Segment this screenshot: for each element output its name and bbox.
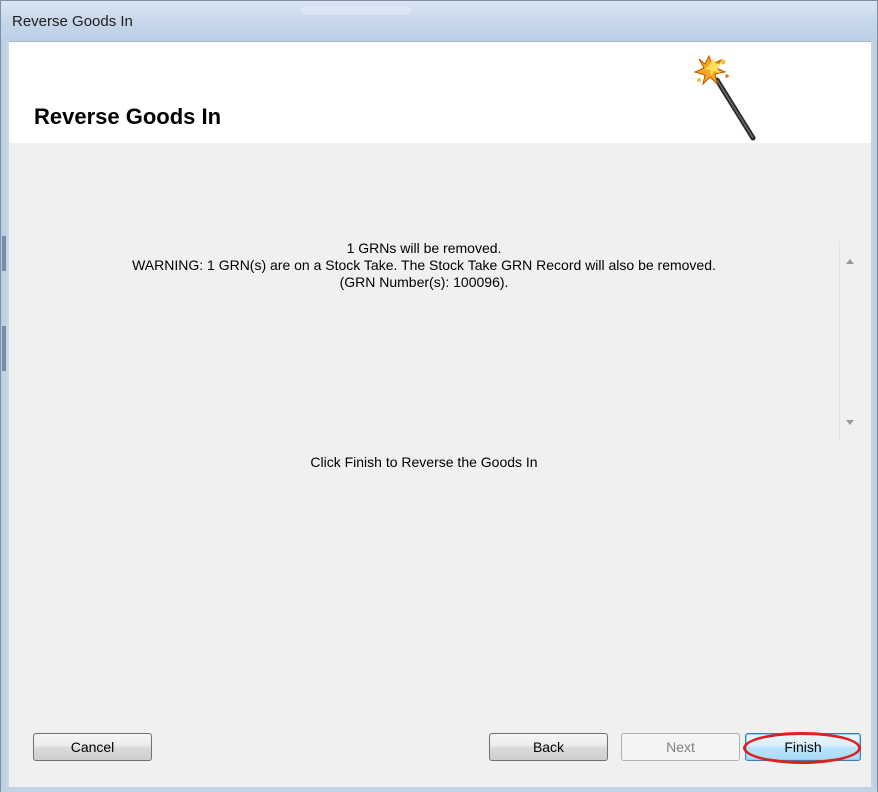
wizard-header: Reverse Goods In <box>9 42 871 143</box>
message-line-warning: WARNING: 1 GRN(s) are on a Stock Take. T… <box>132 257 716 273</box>
wizard-window: Reverse Goods In Reverse Goods In 1 GRNs… <box>0 0 878 792</box>
window-title: Reverse Goods In <box>12 13 133 30</box>
instruction-text: Click Finish to Reverse the Goods In <box>310 454 538 470</box>
scroll-down-icon[interactable] <box>846 420 854 425</box>
back-button[interactable]: Back <box>489 733 608 761</box>
title-bar-reflection <box>301 7 411 15</box>
message-line-count: 1 GRNs will be removed. <box>346 240 502 256</box>
next-button: Next <box>621 733 740 761</box>
scroll-up-icon[interactable] <box>846 259 854 264</box>
message-line-grn-numbers: (GRN Number(s): 100096). <box>339 274 509 290</box>
frame-mark <box>2 236 6 271</box>
window-frame-left <box>1 41 9 787</box>
message-text-area: 1 GRNs will be removed. WARNING: 1 GRN(s… <box>9 240 839 291</box>
finish-button[interactable]: Finish <box>745 733 861 761</box>
window-frame-bottom <box>1 787 877 792</box>
cancel-button[interactable]: Cancel <box>33 733 152 761</box>
magic-wand-icon <box>693 54 756 141</box>
page-title: Reverse Goods In <box>34 104 222 129</box>
wizard-client-area: Reverse Goods In 1 GRNs will be removed.… <box>9 41 871 788</box>
vertical-scrollbar[interactable] <box>839 242 860 442</box>
title-bar[interactable]: Reverse Goods In <box>1 1 877 41</box>
frame-mark <box>2 326 6 371</box>
